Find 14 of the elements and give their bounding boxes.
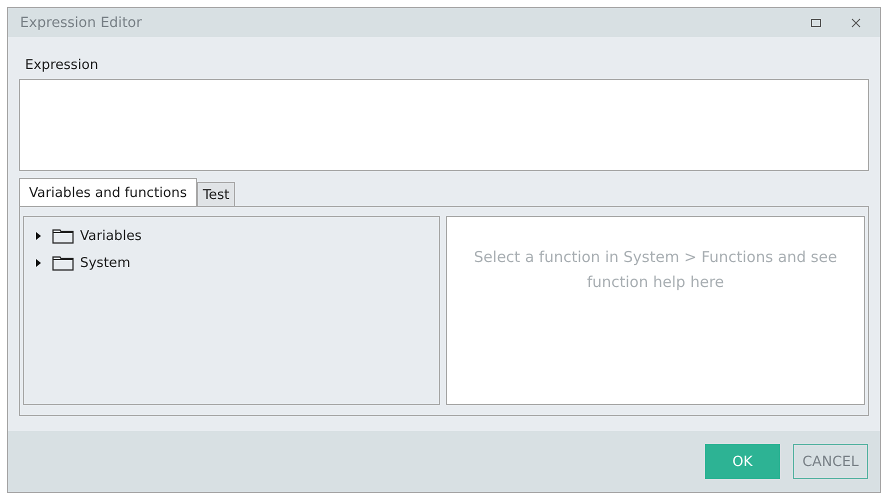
tree-item[interactable]: Variables (34, 222, 429, 249)
folder-icon (52, 254, 74, 270)
expand-icon[interactable] (34, 230, 42, 240)
close-icon[interactable] (850, 16, 862, 28)
tab[interactable]: Variables and functions (19, 178, 197, 206)
expression-field[interactable] (19, 79, 869, 171)
help-text: Select a function in System > Functions and see function help here (472, 247, 838, 293)
folder-icon (52, 228, 74, 244)
maximize-icon[interactable] (810, 16, 822, 28)
tree-item[interactable]: System (34, 249, 429, 276)
expression-label: Expression (25, 57, 98, 73)
expand-icon[interactable] (34, 258, 42, 268)
tab[interactable]: Test (196, 182, 236, 206)
window-title: Expression Editor (20, 14, 142, 30)
